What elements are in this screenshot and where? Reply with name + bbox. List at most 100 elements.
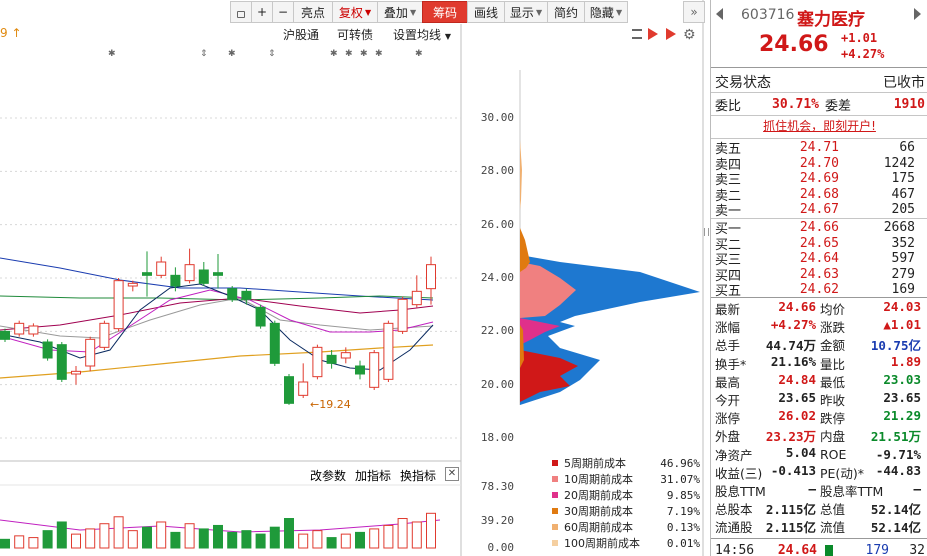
chip-legend-swatch <box>552 508 558 514</box>
candle-body <box>312 346 323 378</box>
volume-bar <box>241 530 252 549</box>
candle-body <box>198 269 209 284</box>
quote-cell: 流值 52.14亿 <box>820 517 925 536</box>
close-icon[interactable]: ✕ <box>445 467 459 481</box>
quote-label: 外盘 <box>715 429 741 445</box>
quote-value: 21.16% <box>770 353 816 369</box>
flag-red-icon[interactable] <box>648 28 658 40</box>
zoom-in-button[interactable]: + <box>251 1 273 23</box>
quote-row: 最新 24.66 均价 24.03 <box>715 299 925 318</box>
volume-bar <box>85 528 96 549</box>
wc-label: 委差 <box>825 99 852 114</box>
zoom-out-button[interactable]: − <box>272 1 294 23</box>
quote-cell: 涨跌 ▲1.01 <box>820 317 925 336</box>
candle-body <box>71 370 81 375</box>
toolbar-button[interactable]: 筹码 <box>422 1 468 23</box>
quote-cell: 昨收 23.65 <box>820 390 925 409</box>
volume-bar <box>56 521 67 549</box>
quote-cell: 内盘 21.51万 <box>820 426 925 445</box>
quote-value: 23.65 <box>883 390 921 405</box>
bid-row: 买五 24.62 169 <box>715 282 925 299</box>
flag-arrow-icon[interactable] <box>666 28 676 40</box>
quote-cell: 最新 24.66 <box>715 299 820 318</box>
add-indicator-link[interactable]: 加指标 <box>355 467 391 484</box>
quote-value: 2.115亿 <box>765 520 816 536</box>
toolbar-button[interactable]: 画线 <box>467 1 505 23</box>
switch-indicator-link[interactable]: 换指标 <box>400 467 436 484</box>
toolbar-button[interactable]: 叠加 ▼ <box>377 1 423 23</box>
double-chevron-right-icon[interactable]: » <box>683 1 705 23</box>
toolbar-button-label: 复权 <box>338 5 363 20</box>
ask-vol: 1242 <box>883 155 915 171</box>
quote-cell: 股息率TTM — <box>820 481 925 500</box>
prev-stock-icon[interactable] <box>716 8 723 20</box>
toolbar-button[interactable]: 简约 <box>547 1 585 23</box>
bid-vol: 597 <box>891 251 915 266</box>
lock-button[interactable] <box>230 1 252 23</box>
toolbar-button[interactable]: 复权 ▼ <box>332 1 378 23</box>
volume-bar <box>113 516 124 549</box>
quote-row: 换手* 21.16% 量比 1.89 <box>715 353 925 372</box>
candle-body <box>99 322 110 348</box>
volume-bar <box>397 518 408 549</box>
wb-label: 委比 <box>715 99 742 114</box>
splitter-grip[interactable] <box>704 228 709 236</box>
chip-legend-name: 5周期前成本 <box>564 457 626 470</box>
toolbar-button[interactable]: 隐藏 ▼ <box>584 1 628 23</box>
volume-bar <box>198 528 209 549</box>
tick-num: 32 <box>909 543 925 556</box>
quote-value: 24.03 <box>883 299 921 314</box>
quote-value: -9.71% <box>875 446 921 462</box>
candle-body <box>184 264 195 282</box>
candle-body <box>298 381 309 396</box>
quote-label: 跌停 <box>820 411 846 427</box>
open-account-banner[interactable]: 抓住机会，即刻开户! <box>711 117 927 137</box>
quote-value: 21.29 <box>883 408 921 424</box>
quote-cell: 最高 24.84 <box>715 372 820 391</box>
quote-label: 总手 <box>715 338 741 354</box>
wb-value: 30.71% <box>772 97 819 112</box>
quote-value: 21.51万 <box>870 429 921 445</box>
quote-value: 26.02 <box>778 408 816 424</box>
gear-icon[interactable]: ⚙ <box>683 27 696 43</box>
ask-price: 24.67 <box>799 202 839 217</box>
quote-value: 2.115亿 <box>765 502 816 518</box>
bid-vol: 352 <box>891 235 915 251</box>
quote-value: 10.75亿 <box>870 338 921 354</box>
chip-legend-row: 20周期前成本 9.85% <box>552 487 700 503</box>
chip-legend-pct: 0.13% <box>666 520 700 534</box>
quote-cell: ROE -9.71% <box>820 447 925 462</box>
chip-legend-pct: 0.01% <box>666 536 700 550</box>
candle-body <box>269 322 280 364</box>
chip-legend-pct: 9.85% <box>666 488 700 502</box>
ma-settings-link[interactable]: 设置均线 ▼ <box>393 26 451 43</box>
volume-bar <box>369 528 380 549</box>
convertible-bond-link[interactable]: 可转债 <box>337 26 373 43</box>
volume-bar <box>184 523 195 549</box>
quote-cell: 均价 24.03 <box>820 299 925 318</box>
hk-connect-link[interactable]: 沪股通 <box>283 26 319 43</box>
volume-bar <box>411 521 422 549</box>
price-tick: 24.00 <box>480 271 514 284</box>
low-price-annotation: ←19.24 <box>310 398 351 411</box>
lock-icon <box>237 10 245 18</box>
bid-price: 24.62 <box>799 282 839 297</box>
quote-cell: 最低 23.03 <box>820 372 925 391</box>
toolbar-button[interactable]: 亮点 <box>293 1 333 23</box>
quote-row: 收益(三) -0.413 PE(动)* -44.83 <box>715 463 925 482</box>
chevron-down-icon: ▼ <box>364 7 372 17</box>
quote-row: 总股本 2.115亿 总值 52.14亿 <box>715 500 925 517</box>
chip-legend-swatch <box>552 460 558 466</box>
quote-cell: PE(动)* -44.83 <box>820 463 925 482</box>
edit-params-link[interactable]: 改参数 <box>310 467 346 484</box>
list-icon[interactable] <box>632 29 642 39</box>
quote-row: 今开 23.65 昨收 23.65 <box>715 390 925 409</box>
event-star-icon: ✱ <box>330 49 338 59</box>
volume-tick: 0.00 <box>487 541 515 554</box>
ask-price: 24.68 <box>799 186 839 202</box>
toolbar-button[interactable]: 显示 ▼ <box>504 1 548 23</box>
quote-cell: 净资产 5.04 <box>715 445 820 464</box>
quote-value: -44.83 <box>875 462 921 478</box>
next-stock-icon[interactable] <box>914 8 921 20</box>
volume-bar <box>42 530 53 549</box>
